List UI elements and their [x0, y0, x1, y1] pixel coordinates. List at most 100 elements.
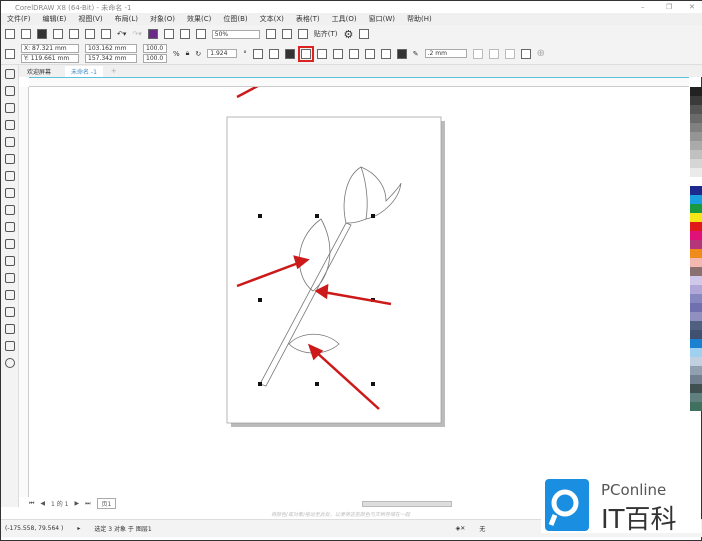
color-swatch[interactable] — [690, 195, 702, 204]
paste-icon[interactable] — [101, 29, 111, 39]
transparency-icon[interactable] — [5, 290, 15, 300]
extract-icon[interactable] — [504, 48, 515, 59]
color-swatch[interactable] — [690, 330, 702, 339]
open-icon[interactable] — [21, 29, 31, 39]
menu-layout[interactable]: 布局(L) — [115, 14, 138, 24]
color-swatch[interactable] — [690, 402, 702, 411]
y-position-field[interactable]: Y: 119.661 mm — [21, 54, 79, 63]
color-swatch[interactable] — [690, 96, 702, 105]
pdf-icon[interactable] — [195, 29, 206, 39]
prev-page-button[interactable]: ◀ — [40, 500, 45, 507]
color-swatch[interactable] — [690, 150, 702, 159]
add-tool-icon[interactable] — [5, 358, 15, 368]
smart-fill-icon[interactable] — [5, 341, 15, 351]
break-apart-icon[interactable] — [472, 48, 483, 59]
connector-tool-icon[interactable] — [5, 256, 15, 266]
color-swatch[interactable] — [690, 366, 702, 375]
minimize-button[interactable]: – — [641, 3, 645, 11]
scale-y-field[interactable]: 100.0 — [143, 54, 167, 63]
color-swatch[interactable] — [690, 186, 702, 195]
guides-icon[interactable] — [297, 29, 308, 39]
object-origin-icon[interactable] — [5, 48, 15, 59]
export-icon[interactable] — [179, 29, 190, 39]
menu-help[interactable]: 帮助(H) — [407, 14, 432, 24]
x-position-field[interactable]: X: 87.321 mm — [21, 44, 79, 53]
interactive-fill-icon[interactable] — [5, 324, 15, 334]
shape-tool-icon[interactable] — [5, 86, 15, 96]
color-swatch[interactable] — [690, 285, 702, 294]
copy-icon[interactable] — [85, 29, 95, 39]
menu-edit[interactable]: 编辑(E) — [43, 14, 67, 24]
back-minus-front-icon[interactable] — [380, 48, 391, 59]
launch-icon[interactable] — [359, 29, 370, 39]
add-tab-icon[interactable]: + — [111, 67, 117, 75]
color-swatch[interactable] — [690, 267, 702, 276]
rotation-field[interactable]: 1.924 — [207, 49, 238, 58]
trim-icon[interactable] — [316, 48, 327, 59]
undo-icon[interactable]: ↶▾ — [117, 30, 126, 38]
eyedropper-icon[interactable] — [5, 307, 15, 317]
color-swatch[interactable] — [690, 375, 702, 384]
drop-shadow-icon[interactable] — [5, 273, 15, 283]
combine-icon[interactable] — [284, 48, 295, 59]
snap-to-dropdown[interactable]: 贴齐(T) — [314, 29, 338, 39]
rectangle-tool-icon[interactable] — [5, 171, 15, 181]
mirror-horizontal-icon[interactable] — [252, 48, 263, 59]
join-curves-icon[interactable] — [488, 48, 499, 59]
color-swatch[interactable] — [690, 213, 702, 222]
artistic-media-icon[interactable] — [5, 154, 15, 164]
color-swatch[interactable] — [690, 123, 702, 132]
color-swatch[interactable] — [690, 177, 702, 186]
menu-text[interactable]: 文本(X) — [260, 14, 284, 24]
new-icon[interactable] — [5, 29, 15, 39]
weld-icon[interactable] — [297, 45, 314, 62]
color-swatch[interactable] — [690, 384, 702, 393]
page-tab[interactable]: 页1 — [96, 498, 117, 509]
menu-tools[interactable]: 工具(O) — [332, 14, 357, 24]
color-swatch[interactable] — [690, 168, 702, 177]
ellipse-tool-icon[interactable] — [5, 188, 15, 198]
color-swatch[interactable] — [690, 321, 702, 330]
lock-ratio-icon[interactable]: 🔒︎ — [186, 49, 190, 58]
parallel-dimension-icon[interactable] — [5, 239, 15, 249]
color-swatch[interactable] — [690, 303, 702, 312]
boundary-icon[interactable] — [396, 48, 407, 59]
menu-bitmaps[interactable]: 位图(B) — [223, 14, 247, 24]
polygon-tool-icon[interactable] — [5, 205, 15, 215]
color-swatch[interactable] — [690, 204, 702, 213]
menu-table[interactable]: 表格(T) — [296, 14, 320, 24]
menu-window[interactable]: 窗口(W) — [369, 14, 395, 24]
tab-document[interactable]: 未命名 -1 — [65, 65, 103, 77]
color-swatch[interactable] — [690, 249, 702, 258]
menu-object[interactable]: 对象(O) — [150, 14, 175, 24]
full-screen-icon[interactable] — [265, 29, 276, 39]
color-swatch[interactable] — [690, 258, 702, 267]
pick-tool-icon[interactable] — [5, 69, 15, 79]
corel-connect-icon[interactable] — [147, 29, 158, 39]
horizontal-ruler[interactable] — [29, 77, 689, 87]
tab-welcome[interactable]: 欢迎屏幕 — [21, 66, 57, 77]
options-gear-icon[interactable]: ⚙ — [344, 28, 354, 41]
crop-tool-icon[interactable] — [5, 103, 15, 113]
color-swatch[interactable] — [690, 240, 702, 249]
intersect-icon[interactable] — [332, 48, 343, 59]
restore-button[interactable]: ❐ — [666, 3, 672, 11]
menu-effects[interactable]: 效果(C) — [187, 14, 211, 24]
color-swatch[interactable] — [690, 393, 702, 402]
text-tool-icon[interactable] — [5, 222, 15, 232]
first-page-button[interactable]: ⏮ — [29, 500, 34, 508]
color-swatch[interactable] — [690, 312, 702, 321]
color-swatch[interactable] — [690, 87, 702, 96]
drawing-canvas[interactable] — [29, 87, 685, 497]
simplify-icon[interactable] — [348, 48, 359, 59]
vertical-ruler[interactable] — [19, 87, 29, 497]
height-field[interactable]: 157.342 mm — [85, 54, 137, 63]
color-swatch[interactable] — [690, 105, 702, 114]
outline-width-field[interactable]: .2 mm — [424, 49, 467, 58]
redo-icon[interactable]: ↷▾ — [132, 30, 141, 38]
close-button[interactable]: ✕ — [689, 3, 695, 11]
menu-file[interactable]: 文件(F) — [7, 14, 31, 24]
color-swatch[interactable] — [690, 294, 702, 303]
color-swatch[interactable] — [690, 231, 702, 240]
horizontal-scrollbar[interactable] — [362, 500, 453, 507]
